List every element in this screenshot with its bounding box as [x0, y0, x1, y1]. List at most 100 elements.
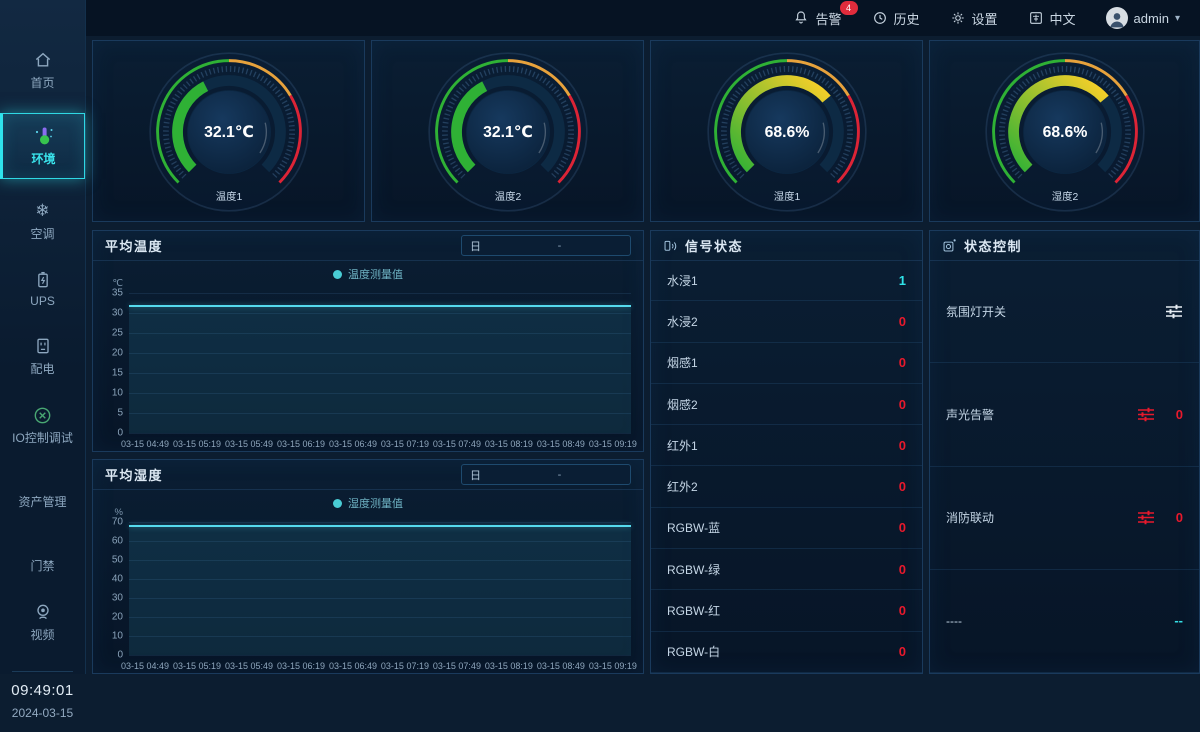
history-button[interactable]: 历史 [872, 9, 920, 28]
gear-icon [950, 10, 966, 26]
signal-row: 红外1 0 [651, 425, 922, 466]
range-mode: 日 [462, 238, 489, 254]
sidebar-item-label: 门禁 [30, 557, 54, 574]
history-label: 历史 [894, 9, 920, 28]
sidebar-clock: 09:49:01 2024-03-15 [0, 661, 85, 732]
sidebar-item-env[interactable]: 环境 [0, 113, 85, 179]
sidebar-item-door[interactable]: 门禁 [0, 548, 85, 583]
y-tick-label: 10 [112, 630, 123, 641]
sidebar-item-label: 环境 [31, 150, 55, 167]
range-select[interactable]: 日 - [461, 464, 631, 485]
gauge-value: 68.6% [1042, 123, 1087, 140]
x-tick-label: 03-15 09:19 [589, 439, 637, 449]
signal-value: 0 [899, 644, 906, 659]
user-menu[interactable]: admin ▾ [1106, 7, 1180, 29]
plot-area: % 70 60 50 40 30 20 10 0 [129, 522, 631, 655]
home-icon [33, 49, 53, 71]
signal-label: 水浸2 [667, 313, 698, 330]
legend[interactable]: 温度测量值 [93, 266, 643, 282]
alarm-button[interactable]: 告警 4 [793, 9, 841, 28]
signal-value: 0 [899, 397, 906, 412]
y-tick-label: 0 [117, 650, 123, 661]
control-label: 消防联动 [946, 509, 994, 526]
sidebar-item-label: 空调 [30, 225, 54, 242]
x-tick-label: 03-15 06:19 [277, 661, 325, 671]
legend-label: 湿度测量值 [348, 495, 403, 511]
signal-label: 红外2 [667, 478, 698, 495]
x-tick-label: 03-15 06:49 [329, 439, 377, 449]
temperature-chart: 温度测量值 ℃ 35 30 25 20 15 10 5 0 03-15 04:4… [93, 260, 643, 451]
sidebar-item-assets[interactable]: 资产管理 [0, 484, 85, 519]
topbar: 告警 4 历史 设置 中文 admin ▾ [85, 0, 1200, 36]
signal-label: RGBW-白 [667, 643, 720, 660]
signal-row: 烟感2 0 [651, 384, 922, 425]
sidebar-item-label: IO控制调试 [12, 429, 73, 446]
control-value: 0 [1173, 407, 1183, 422]
language-button[interactable]: 中文 [1028, 9, 1076, 28]
signal-value: 0 [899, 355, 906, 370]
thermometer-icon [32, 125, 56, 147]
gauge-panel-3: 68.6% 湿度1 [650, 40, 923, 222]
signal-value: 0 [899, 520, 906, 535]
legend[interactable]: 湿度测量值 [93, 495, 643, 511]
sidebar-item-power[interactable]: 配电 [0, 326, 85, 386]
sidebar-item-label: 首页 [30, 74, 54, 91]
x-axis: 03-15 04:4903-15 05:1903-15 05:4903-15 0… [121, 661, 637, 671]
control-label: ---- [946, 614, 962, 628]
alarm-label: 告警 4 [815, 9, 841, 28]
gauge-label: 湿度1 [773, 190, 800, 203]
control-row: ---- -- [930, 570, 1199, 673]
y-tick-label: 25 [112, 327, 123, 338]
sidebar-item-ac[interactable]: ❄空调 [0, 191, 85, 251]
y-tick-label: 35 [112, 288, 123, 299]
y-tick-label: 40 [112, 574, 123, 585]
sidebar: 首页环境❄空调UPS配电IO控制调试资产管理门禁视频 09:49:01 2024… [0, 0, 86, 674]
language-label: 中文 [1050, 9, 1076, 28]
y-tick-label: 10 [112, 388, 123, 399]
range-value: - [489, 469, 630, 481]
avg-temperature-panel: 平均温度 日 - 温度测量值 ℃ 35 30 25 20 15 10 5 0 [92, 230, 644, 452]
x-tick-label: 03-15 06:19 [277, 439, 325, 449]
sidebar-item-home[interactable]: 首页 [0, 40, 85, 100]
signal-value: 0 [899, 314, 906, 329]
x-tick-label: 03-15 05:19 [173, 661, 221, 671]
y-tick-label: 20 [112, 348, 123, 359]
signal-value: 0 [899, 603, 906, 618]
x-tick-label: 03-15 04:49 [121, 661, 169, 671]
gauge-value: 32.1℃ [483, 123, 533, 140]
signal-label: 烟感1 [667, 354, 698, 371]
control-label: 声光告警 [946, 406, 994, 423]
control-row: 消防联动 0 [930, 467, 1199, 570]
sliders-icon[interactable] [1165, 304, 1183, 319]
area-fill [129, 525, 631, 655]
sidebar-item-io[interactable]: IO控制调试 [0, 395, 85, 455]
humidity-chart: 湿度测量值 % 70 60 50 40 30 20 10 0 03-15 04:… [93, 489, 643, 673]
sidebar-item-video[interactable]: 视频 [0, 592, 85, 652]
signal-value: 1 [899, 273, 906, 288]
x-tick-label: 03-15 08:49 [537, 661, 585, 671]
x-axis: 03-15 04:4903-15 05:1903-15 05:4903-15 0… [121, 439, 637, 449]
sliders-icon[interactable] [1137, 407, 1155, 422]
status-control-panel: 状态控制 氛围灯开关 声光告警 0消防联动 0---- -- [929, 230, 1200, 674]
sidebar-item-label: UPS [30, 294, 55, 308]
gauge-value: 32.1℃ [204, 123, 254, 140]
range-select[interactable]: 日 - [461, 235, 631, 256]
sliders-icon[interactable] [1137, 510, 1155, 525]
sidebar-item-ups[interactable]: UPS [0, 260, 85, 317]
signal-row: RGBW-绿 0 [651, 549, 922, 590]
area-fill [129, 305, 631, 433]
signal-row: RGBW-红 0 [651, 590, 922, 631]
settings-button[interactable]: 设置 [950, 9, 998, 28]
sensor-icon [663, 238, 678, 253]
gridline [129, 433, 631, 434]
signal-label: 烟感2 [667, 396, 698, 413]
clock-date: 2024-03-15 [0, 706, 85, 720]
x-tick-label: 03-15 08:19 [485, 661, 533, 671]
legend-dot [333, 499, 342, 508]
sidebar-item-label: 视频 [30, 626, 54, 643]
gauge-label: 湿度2 [1051, 190, 1078, 203]
range-value: - [489, 240, 630, 252]
settings-label: 设置 [972, 9, 998, 28]
x-tick-label: 03-15 07:19 [381, 661, 429, 671]
y-tick-label: 5 [117, 407, 123, 418]
